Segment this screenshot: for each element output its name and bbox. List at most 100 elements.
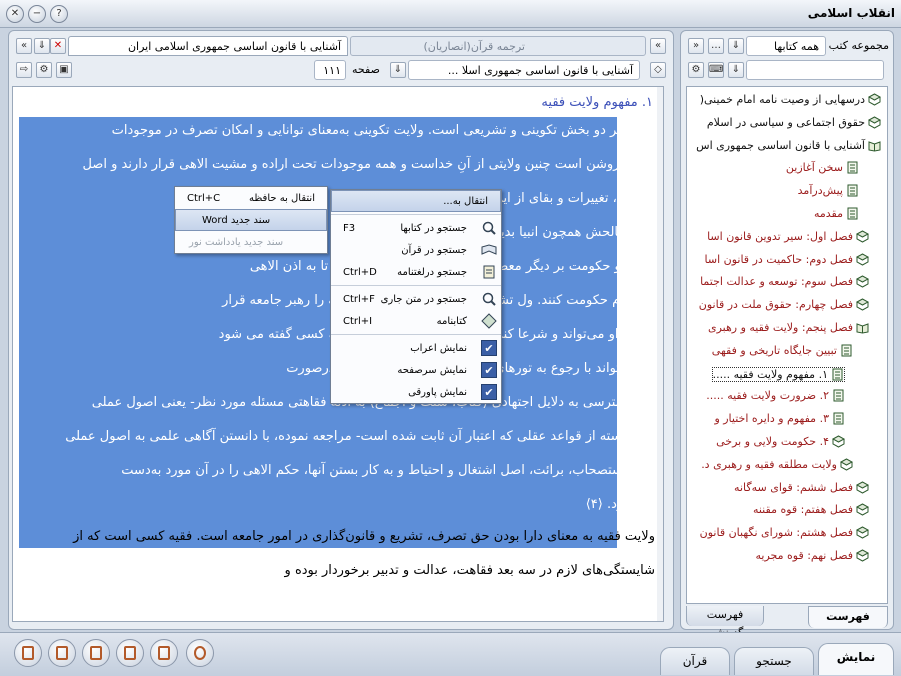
tree-item[interactable]: ۲. ضرورت ولایت فقیه ..... xyxy=(706,389,845,402)
tree-item-label: پیش‌درآمد xyxy=(797,184,843,198)
tree-item[interactable]: حقوق اجتماعی و سیاسی در اسلام xyxy=(707,116,882,129)
tab-quran[interactable]: قرآن xyxy=(660,647,730,675)
tree-item[interactable]: فصل چهارم: حقوق ملت در قانون xyxy=(699,298,870,311)
tree-item-label: ۳. مفهوم و دایره اختیار و xyxy=(714,412,829,426)
split-view-icon[interactable] xyxy=(150,639,178,667)
tree-item[interactable]: مقدمه xyxy=(814,207,859,220)
book-select[interactable]: آشنایی با قانون اساسی جمهوری اسلا ... xyxy=(408,60,640,80)
page-number-input[interactable]: ۱۱۱ xyxy=(314,60,346,80)
tree-item-label: فصل هفتم: قوه مقننه xyxy=(752,503,853,517)
help-icon[interactable]: ? xyxy=(50,5,68,23)
search-dropdown-icon[interactable]: ⇓ xyxy=(728,62,744,78)
tree-item[interactable]: ۱. مفهوم ولایت فقیه ..... xyxy=(711,366,845,382)
dictionary-icon xyxy=(483,265,495,279)
tab-selective-index[interactable]: فهرست گزینشی xyxy=(686,606,764,639)
book-icon xyxy=(839,458,854,471)
title-bar: ✕ − ? انقلاب اسلامی xyxy=(0,0,901,28)
tree-item[interactable]: فصل هشتم: شورای نگهبان قانون xyxy=(700,526,870,539)
tree-item-label: فصل اول: سیر تدوین قانون اسا xyxy=(707,229,853,243)
tree-item[interactable]: فصل پنجم: ولایت فقیه و رهبری xyxy=(708,321,869,334)
menu-item-show-header[interactable]: ✔ نمایش سرصفحه xyxy=(331,359,501,381)
nav-next-tab-icon[interactable]: « xyxy=(650,38,666,54)
tree-item-label: فصل پنجم: ولایت فقیه و رهبری xyxy=(707,321,853,334)
collection-dropdown-icon[interactable]: ⇓ xyxy=(728,38,744,54)
open-book-icon xyxy=(868,139,881,152)
page-dropdown-icon[interactable]: ⇓ xyxy=(390,62,406,78)
tree-item-label: فصل ششم: قوای سه‌گانه xyxy=(734,480,853,494)
nav-next-icon[interactable]: » xyxy=(688,38,704,54)
collection-label: مجموعه کتب xyxy=(828,39,889,52)
tree-item-label: ۲. ضرورت ولایت فقیه ..... xyxy=(706,389,829,403)
menu-item-search-quran[interactable]: جستجو در قرآن xyxy=(331,239,501,261)
menu-item-bibliography[interactable]: کتابنامه Ctrl+I xyxy=(331,310,501,332)
menu-item-goto[interactable]: انتقال به... xyxy=(331,190,501,212)
tab-dropdown-icon[interactable]: ⇓ xyxy=(34,38,50,54)
close-icon[interactable]: ✕ xyxy=(6,5,24,23)
tree-item-label: فصل سوم: توسعه و عدالت اجتما xyxy=(700,275,853,289)
tab-display[interactable]: نمایش xyxy=(818,643,894,675)
note-icon[interactable] xyxy=(82,639,110,667)
book-icon xyxy=(855,230,870,243)
tab-search[interactable]: جستجو xyxy=(734,647,814,675)
minimize-icon[interactable]: − xyxy=(28,5,46,23)
print-icon[interactable] xyxy=(14,639,42,667)
menu-item-search-books[interactable]: جستجو در کتابها F3 xyxy=(331,217,501,239)
tree-search-input[interactable] xyxy=(746,60,884,80)
more-icon[interactable]: … xyxy=(708,38,724,54)
tree-item[interactable]: سخن آغازین xyxy=(786,161,859,174)
menu-separator xyxy=(331,334,501,335)
selected-line: می آورد. ⟨۴⟩ xyxy=(585,497,655,512)
export-icon[interactable] xyxy=(116,639,144,667)
menu-separator xyxy=(331,285,501,286)
tools-icon[interactable]: ⚙ xyxy=(688,62,704,78)
tab-quran-translation[interactable]: ترجمه قرآن(انصاریان) xyxy=(350,36,646,56)
menu-item-new-word[interactable]: سند جدید Word xyxy=(175,209,327,231)
tree-item[interactable]: ۳. مفهوم و دایره اختیار و xyxy=(714,412,845,425)
tree-item[interactable]: درسهایی از وصیت نامه امام خمینی( xyxy=(700,93,882,106)
layout-icon[interactable]: ▣ xyxy=(56,62,72,78)
tree-item[interactable]: پیش‌درآمد xyxy=(798,184,859,197)
tree-item[interactable]: فصل سوم: توسعه و عدالت اجتما xyxy=(700,275,870,289)
page-icon xyxy=(840,344,853,357)
book-icon xyxy=(831,435,846,448)
book-icon xyxy=(855,298,870,311)
tree-item[interactable]: ۴. حکومت ولایی و برخی xyxy=(716,435,846,448)
close-tab-icon[interactable]: ✕ xyxy=(50,38,66,54)
tree-item[interactable]: ولایت مطلقه فقیه و رهبری د. xyxy=(701,458,854,471)
tab-active-book[interactable]: آشنایی با قانون اساسی جمهوری اسلامی ایرا… xyxy=(68,36,348,56)
tree-item-label: ۴. حکومت ولایی و برخی xyxy=(716,435,829,448)
tree-item[interactable]: فصل اول: سیر تدوین قانون اسا xyxy=(707,229,870,243)
menu-item-search-dictionary[interactable]: جستجو درلغتنامه Ctrl+D xyxy=(331,261,501,283)
tools-icon[interactable]: ⚙ xyxy=(36,62,52,78)
vertical-scrollbar[interactable] xyxy=(657,87,663,621)
book-icon xyxy=(855,549,870,562)
tree-item[interactable]: فصل ششم: قوای سه‌گانه xyxy=(734,480,870,494)
menu-item-copy-clipboard[interactable]: انتقال به حافظه Ctrl+C xyxy=(175,187,327,209)
tab-tree-index[interactable]: فهرست درختی xyxy=(808,606,888,643)
window-controls: ✕ − ? xyxy=(6,5,68,23)
tab-active-label: آشنایی با قانون اساسی جمهوری اسلامی ایرا… xyxy=(127,40,341,53)
collection-select[interactable]: همه کتابها xyxy=(746,36,826,56)
tree-item[interactable]: فصل دوم: حاکمیت در قانون اسا xyxy=(705,253,870,266)
tree-item[interactable]: آشنایی با قانون اساسی جمهوری اس xyxy=(696,139,881,152)
zoom-icon[interactable] xyxy=(186,639,214,667)
search-icon xyxy=(482,221,496,235)
menu-separator xyxy=(331,214,501,215)
page-icon xyxy=(846,207,859,220)
menu-item-show-footnotes[interactable]: ✔ نمایش پاورقی xyxy=(331,381,501,403)
tree-item[interactable]: فصل نهم: قوه مجریه xyxy=(755,549,870,562)
keyboard-icon[interactable]: ⌨ xyxy=(708,62,724,78)
checkmark-icon: ✔ xyxy=(481,340,497,356)
menu-item-search-current[interactable]: جستجو در متن جاری Ctrl+F xyxy=(331,288,501,310)
tree-item[interactable]: فصل هفتم: قوه مقننه xyxy=(752,503,870,517)
menu-item-show-diacritics[interactable]: ✔ نمایش اعراب xyxy=(331,337,501,359)
forward-icon[interactable]: ⇨ xyxy=(16,62,32,78)
section-heading: ۱. مفهوم ولایت فقیه xyxy=(541,95,653,110)
page-icon xyxy=(831,368,844,381)
library-icon[interactable] xyxy=(48,639,76,667)
bookmark-icon[interactable]: ◇ xyxy=(650,62,666,78)
tree-item[interactable]: تبیین جایگاه تاریخی و فقهی xyxy=(712,344,853,357)
book-tree[interactable]: درسهایی از وصیت نامه امام خمینی( حقوق اجت… xyxy=(686,86,888,604)
nav-prev-tab-icon[interactable]: « xyxy=(16,38,32,54)
tree-item-label: تبیین جایگاه تاریخی و فقهی xyxy=(711,343,837,357)
